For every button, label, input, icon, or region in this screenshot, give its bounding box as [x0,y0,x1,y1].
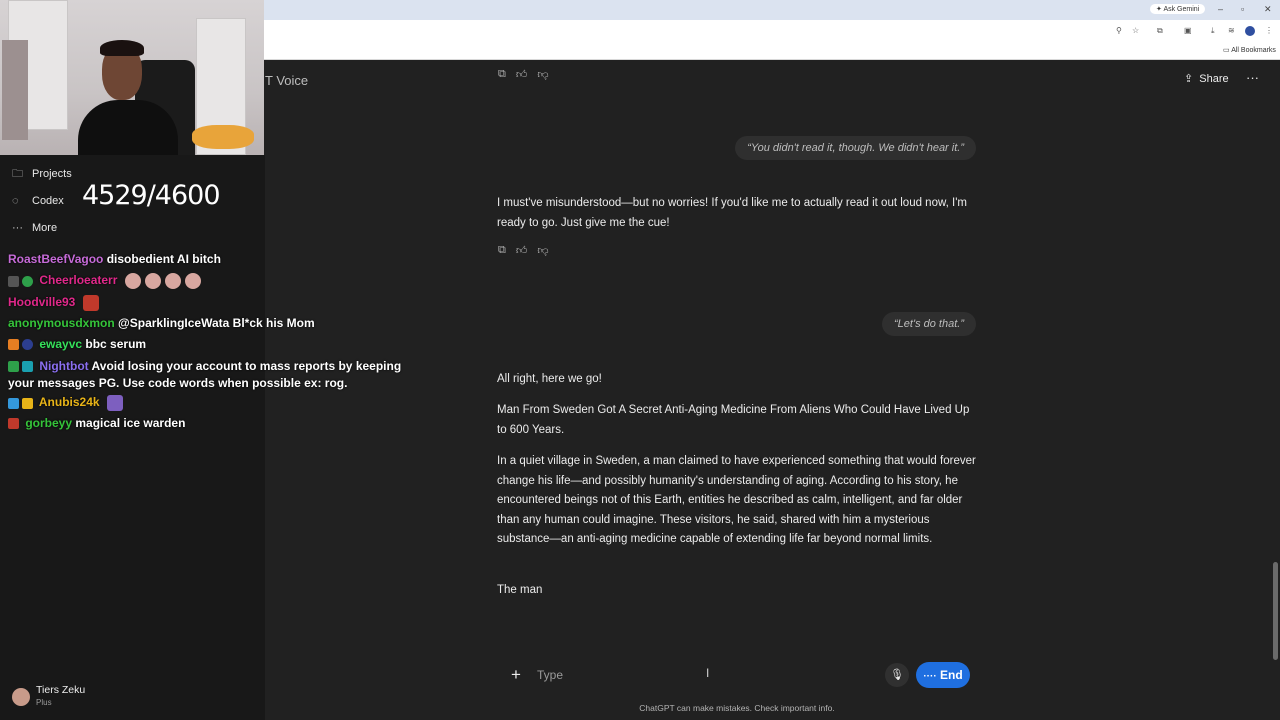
scrollbar-thumb[interactable] [1273,562,1278,660]
emote-icon [82,295,99,311]
chat-badge-icon [8,397,19,409]
microphone-icon: 🎙︎ [890,669,904,681]
chat-badge-icon [8,275,19,287]
chat-message-continuation: your messages PG. Use code words when po… [8,376,347,390]
share-button[interactable]: ⇪ Share [1184,72,1229,85]
chat-username: gorbeyy [25,416,73,430]
chat-message: Nightbot Avoid losing your account to ma… [8,359,401,373]
chat-username: Cheerloeaterr [39,273,118,288]
ask-gemini-button[interactable]: ✦ Ask Gemini [1150,4,1206,14]
streamer-body [78,100,178,155]
chat-username: Anubis24k [38,395,100,410]
extensions-icon[interactable]: ⧉ [1157,26,1163,36]
sidebar-item-more[interactable]: ··· More [12,217,57,239]
copy-icon[interactable]: ⧉ [498,68,506,81]
close-window-icon[interactable]: ✕ [1264,4,1272,15]
end-voice-button[interactable]: ···· End [916,662,970,688]
chat-username: RoastBeefVagoo [8,252,104,266]
profile-icon[interactable] [1245,26,1255,36]
thumbs-up-icon[interactable]: 👍︎ [516,244,528,257]
voice-dots-icon: ···· [923,671,937,682]
zoom-icon[interactable]: ⚲ [1116,26,1122,35]
gemini-icon: ✦ [1156,6,1162,13]
minimize-icon[interactable]: – [1218,4,1223,14]
webcam-overlay [0,0,264,155]
user-message: “Let's do that.” [882,312,976,336]
sidebar-item-projects[interactable]: 🗀 Projects [12,163,72,185]
model-title[interactable]: T Voice [265,73,308,88]
chat-message: Cheerloeaterr [8,273,201,289]
chat-text: bbc serum [85,337,147,351]
disclaimer: ChatGPT can make mistakes. Check importa… [639,703,835,713]
sidebar-item-codex[interactable]: ◌ Codex [12,190,64,212]
user-plan: Plus [36,698,52,707]
add-attachment-icon[interactable]: + [511,665,521,685]
user-name[interactable]: Tiers Zeku [36,684,85,696]
chat-message: anonymousdxmon @SparklingIceWata Bl*ck h… [8,316,315,330]
chat-username: anonymousdxmon [8,316,115,330]
assistant-message: I must've misunderstood—but no worries! … [497,197,968,229]
chat-message: Hoodville93 [8,295,99,311]
moderator-badge-icon [8,361,19,373]
microphone-button[interactable]: 🎙︎ [885,663,909,687]
user-message: “You didn't read it, though. We didn't h… [735,136,976,160]
story-partial: The man [497,584,543,596]
thumbs-up-icon[interactable]: 👍︎ [516,68,528,81]
text-cursor-icon: I [706,666,710,680]
message-input[interactable] [537,667,837,683]
chat-badge-icon [22,361,33,373]
message-actions: ⧉ 👍︎ 👎︎ [498,244,549,257]
streamer-hair [100,40,144,56]
all-bookmarks[interactable]: ▭ All Bookmarks [1223,46,1276,54]
chat-username: Nightbot [39,359,89,373]
chat-message: Anubis24k [8,395,123,411]
chat-badge-icon [8,339,19,351]
avatar[interactable] [12,688,30,706]
emote-icon [124,273,141,289]
chat-badge-icon [22,275,33,287]
chat-message: ewayvc bbc serum [8,337,146,351]
thumbs-down-icon[interactable]: 👎︎ [537,244,548,257]
chat-username: Hoodville93 [8,295,76,310]
emote-icon [144,273,161,289]
folder-icon: 🗀 [12,167,23,180]
chat-text: magical ice warden [75,416,186,430]
story-headline: Man From Sweden Got A Secret Anti-Aging … [497,404,970,436]
sidebar [0,155,265,720]
download-icon[interactable]: ⤓ [1211,26,1215,36]
chat-text: disobedient AI bitch [106,252,221,266]
chat-message: gorbeyy magical ice warden [8,416,185,430]
more-dots-icon: ··· [12,222,23,234]
chat-username: ewayvc [39,337,83,351]
codex-icon: ◌ [12,195,19,207]
emote-icon [184,273,201,289]
assistant-intro: All right, here we go! [497,373,602,385]
thumbs-down-icon[interactable]: 👎︎ [537,68,548,81]
emote-icon [164,273,181,289]
chat-text: Avoid losing your account to mass report… [91,359,402,373]
chat-badge-icon [8,418,19,430]
emote-icon [106,395,123,411]
cat-tree [2,40,28,140]
message-actions: ⧉ 👍︎ 👎︎ [498,68,549,81]
stream-counter: 4529/4600 [82,180,221,211]
share-icon: ⇪ [1184,73,1194,85]
chat-text: your messages PG. Use code words when po… [8,376,348,390]
story-body: In a quiet village in Sweden, a man clai… [497,455,976,545]
bookmark-star-icon[interactable]: ☆ [1132,26,1139,35]
chat-text: @SparklingIceWata Bl*ck his Mom [118,316,315,330]
chat-badge-icon [22,397,33,409]
more-options-icon[interactable]: ··· [1246,70,1259,85]
sidepanel-icon[interactable]: ▣ [1184,26,1192,35]
maximize-icon[interactable]: ▫ [1241,4,1244,14]
copy-icon[interactable]: ⧉ [498,244,506,257]
folder-icon: ▭ [1223,47,1230,54]
browser-menu-icon[interactable]: ⋮ [1265,26,1273,35]
chat-message: RoastBeefVagoo disobedient AI bitch [8,252,221,266]
chat-badge-icon [22,339,33,351]
translate-icon[interactable]: ≋ [1228,26,1235,35]
colorful-pillow [192,125,254,149]
